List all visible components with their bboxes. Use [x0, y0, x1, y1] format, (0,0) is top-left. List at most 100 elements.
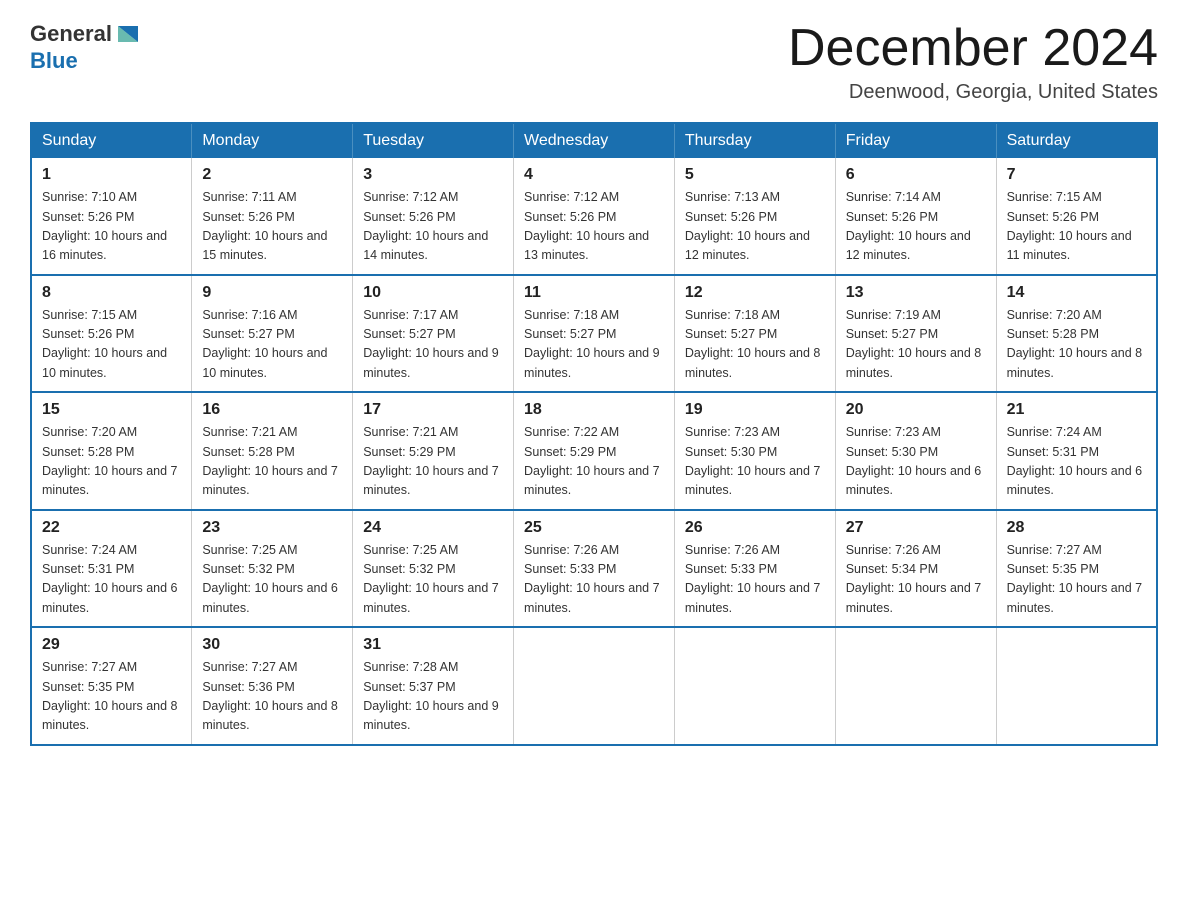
calendar-cell: 23Sunrise: 7:25 AMSunset: 5:32 PMDayligh… — [192, 510, 353, 628]
calendar-cell: 13 Sunrise: 7:19 AMSunset: 5:27 PMDayligh… — [835, 275, 996, 393]
header-day-sunday: Sunday — [31, 123, 192, 158]
logo-general-text: General — [30, 21, 112, 47]
calendar-cell: 10Sunrise: 7:17 AMSunset: 5:27 PMDayligh… — [353, 275, 514, 393]
day-number: 24 — [363, 519, 503, 537]
calendar-cell: 16 Sunrise: 7:21 AMSunset: 5:28 PMDayligh… — [192, 392, 353, 510]
calendar-cell: 12 Sunrise: 7:18 AMSunset: 5:27 PMDayligh… — [674, 275, 835, 393]
day-number: 3 — [363, 166, 503, 184]
day-info: Sunrise: 7:25 AMSunset: 5:32 PMDaylight:… — [363, 541, 503, 619]
calendar-cell: 6Sunrise: 7:14 AMSunset: 5:26 PMDaylight… — [835, 158, 996, 275]
day-number: 14 — [1007, 284, 1146, 302]
calendar-table: SundayMondayTuesdayWednesdayThursdayFrid… — [30, 122, 1158, 746]
calendar-cell — [674, 627, 835, 745]
day-info: Sunrise: 7:27 AMSunset: 5:36 PMDaylight:… — [202, 658, 342, 736]
day-number: 20 — [846, 401, 986, 419]
day-info: Sunrise: 7:23 AMSunset: 5:30 PMDaylight:… — [685, 423, 825, 501]
day-info: Sunrise: 7:10 AMSunset: 5:26 PMDaylight:… — [42, 188, 181, 266]
calendar-cell: 19 Sunrise: 7:23 AMSunset: 5:30 PMDayligh… — [674, 392, 835, 510]
calendar-header-row: SundayMondayTuesdayWednesdayThursdayFrid… — [31, 123, 1157, 158]
calendar-cell: 2Sunrise: 7:11 AMSunset: 5:26 PMDaylight… — [192, 158, 353, 275]
day-number: 16 — [202, 401, 342, 419]
day-info: Sunrise: 7:22 AMSunset: 5:29 PMDaylight:… — [524, 423, 664, 501]
day-number: 19 — [685, 401, 825, 419]
day-number: 17 — [363, 401, 503, 419]
calendar-week-row: 15Sunrise: 7:20 AMSunset: 5:28 PMDayligh… — [31, 392, 1157, 510]
day-info: Sunrise: 7:18 AMSunset: 5:27 PMDaylight:… — [524, 306, 664, 384]
title-block: December 2024 Deenwood, Georgia, United … — [788, 20, 1158, 104]
day-info: Sunrise: 7:12 AMSunset: 5:26 PMDaylight:… — [363, 188, 503, 266]
logo-blue-text: Blue — [30, 48, 78, 74]
day-number: 5 — [685, 166, 825, 184]
day-number: 11 — [524, 284, 664, 302]
day-info: Sunrise: 7:20 AMSunset: 5:28 PMDaylight:… — [42, 423, 181, 501]
calendar-cell: 11 Sunrise: 7:18 AMSunset: 5:27 PMDayligh… — [514, 275, 675, 393]
day-info: Sunrise: 7:12 AMSunset: 5:26 PMDaylight:… — [524, 188, 664, 266]
day-info: Sunrise: 7:26 AMSunset: 5:33 PMDaylight:… — [524, 541, 664, 619]
day-info: Sunrise: 7:15 AMSunset: 5:26 PMDaylight:… — [42, 306, 181, 384]
calendar-cell: 28 Sunrise: 7:27 AMSunset: 5:35 PMDayligh… — [996, 510, 1157, 628]
day-info: Sunrise: 7:19 AMSunset: 5:27 PMDaylight:… — [846, 306, 986, 384]
calendar-cell — [835, 627, 996, 745]
calendar-cell: 24 Sunrise: 7:25 AMSunset: 5:32 PMDayligh… — [353, 510, 514, 628]
day-info: Sunrise: 7:13 AMSunset: 5:26 PMDaylight:… — [685, 188, 825, 266]
day-number: 21 — [1007, 401, 1146, 419]
day-number: 29 — [42, 636, 181, 654]
calendar-cell: 27 Sunrise: 7:26 AMSunset: 5:34 PMDayligh… — [835, 510, 996, 628]
day-info: Sunrise: 7:24 AMSunset: 5:31 PMDaylight:… — [1007, 423, 1146, 501]
calendar-cell: 5 Sunrise: 7:13 AMSunset: 5:26 PMDaylight… — [674, 158, 835, 275]
calendar-cell: 17 Sunrise: 7:21 AMSunset: 5:29 PMDayligh… — [353, 392, 514, 510]
day-number: 13 — [846, 284, 986, 302]
calendar-cell: 7 Sunrise: 7:15 AMSunset: 5:26 PMDaylight… — [996, 158, 1157, 275]
day-number: 1 — [42, 166, 181, 184]
day-info: Sunrise: 7:27 AMSunset: 5:35 PMDaylight:… — [42, 658, 181, 736]
day-info: Sunrise: 7:27 AMSunset: 5:35 PMDaylight:… — [1007, 541, 1146, 619]
day-info: Sunrise: 7:23 AMSunset: 5:30 PMDaylight:… — [846, 423, 986, 501]
day-info: Sunrise: 7:14 AMSunset: 5:26 PMDaylight:… — [846, 188, 986, 266]
header-day-wednesday: Wednesday — [514, 123, 675, 158]
header-day-monday: Monday — [192, 123, 353, 158]
calendar-cell: 4Sunrise: 7:12 AMSunset: 5:26 PMDaylight… — [514, 158, 675, 275]
page-title: December 2024 — [788, 20, 1158, 77]
day-number: 9 — [202, 284, 342, 302]
day-info: Sunrise: 7:16 AMSunset: 5:27 PMDaylight:… — [202, 306, 342, 384]
calendar-week-row: 22 Sunrise: 7:24 AMSunset: 5:31 PMDayligh… — [31, 510, 1157, 628]
day-info: Sunrise: 7:18 AMSunset: 5:27 PMDaylight:… — [685, 306, 825, 384]
day-number: 2 — [202, 166, 342, 184]
day-info: Sunrise: 7:15 AMSunset: 5:26 PMDaylight:… — [1007, 188, 1146, 266]
day-number: 7 — [1007, 166, 1146, 184]
day-info: Sunrise: 7:25 AMSunset: 5:32 PMDaylight:… — [202, 541, 342, 619]
day-info: Sunrise: 7:24 AMSunset: 5:31 PMDaylight:… — [42, 541, 181, 619]
day-number: 12 — [685, 284, 825, 302]
calendar-week-row: 29 Sunrise: 7:27 AMSunset: 5:35 PMDayligh… — [31, 627, 1157, 745]
calendar-cell: 20 Sunrise: 7:23 AMSunset: 5:30 PMDayligh… — [835, 392, 996, 510]
calendar-cell: 1 Sunrise: 7:10 AMSunset: 5:26 PMDaylight… — [31, 158, 192, 275]
header-day-friday: Friday — [835, 123, 996, 158]
calendar-cell: 22 Sunrise: 7:24 AMSunset: 5:31 PMDayligh… — [31, 510, 192, 628]
day-number: 10 — [363, 284, 503, 302]
day-number: 8 — [42, 284, 181, 302]
calendar-cell: 26 Sunrise: 7:26 AMSunset: 5:33 PMDayligh… — [674, 510, 835, 628]
day-number: 31 — [363, 636, 503, 654]
page-location: Deenwood, Georgia, United States — [788, 81, 1158, 104]
calendar-week-row: 8 Sunrise: 7:15 AMSunset: 5:26 PMDaylight… — [31, 275, 1157, 393]
day-number: 28 — [1007, 519, 1146, 537]
day-info: Sunrise: 7:20 AMSunset: 5:28 PMDaylight:… — [1007, 306, 1146, 384]
calendar-cell: 21 Sunrise: 7:24 AMSunset: 5:31 PMDayligh… — [996, 392, 1157, 510]
day-info: Sunrise: 7:21 AMSunset: 5:28 PMDaylight:… — [202, 423, 342, 501]
day-info: Sunrise: 7:21 AMSunset: 5:29 PMDaylight:… — [363, 423, 503, 501]
header-day-thursday: Thursday — [674, 123, 835, 158]
day-number: 30 — [202, 636, 342, 654]
logo: General Blue — [30, 20, 142, 74]
day-number: 22 — [42, 519, 181, 537]
calendar-cell — [996, 627, 1157, 745]
calendar-cell: 3 Sunrise: 7:12 AMSunset: 5:26 PMDaylight… — [353, 158, 514, 275]
calendar-cell: 30 Sunrise: 7:27 AMSunset: 5:36 PMDayligh… — [192, 627, 353, 745]
calendar-cell: 31 Sunrise: 7:28 AMSunset: 5:37 PMDayligh… — [353, 627, 514, 745]
day-number: 27 — [846, 519, 986, 537]
calendar-cell: 14 Sunrise: 7:20 AMSunset: 5:28 PMDayligh… — [996, 275, 1157, 393]
day-info: Sunrise: 7:26 AMSunset: 5:33 PMDaylight:… — [685, 541, 825, 619]
calendar-cell: 15Sunrise: 7:20 AMSunset: 5:28 PMDayligh… — [31, 392, 192, 510]
day-info: Sunrise: 7:26 AMSunset: 5:34 PMDaylight:… — [846, 541, 986, 619]
day-number: 26 — [685, 519, 825, 537]
day-info: Sunrise: 7:28 AMSunset: 5:37 PMDaylight:… — [363, 658, 503, 736]
